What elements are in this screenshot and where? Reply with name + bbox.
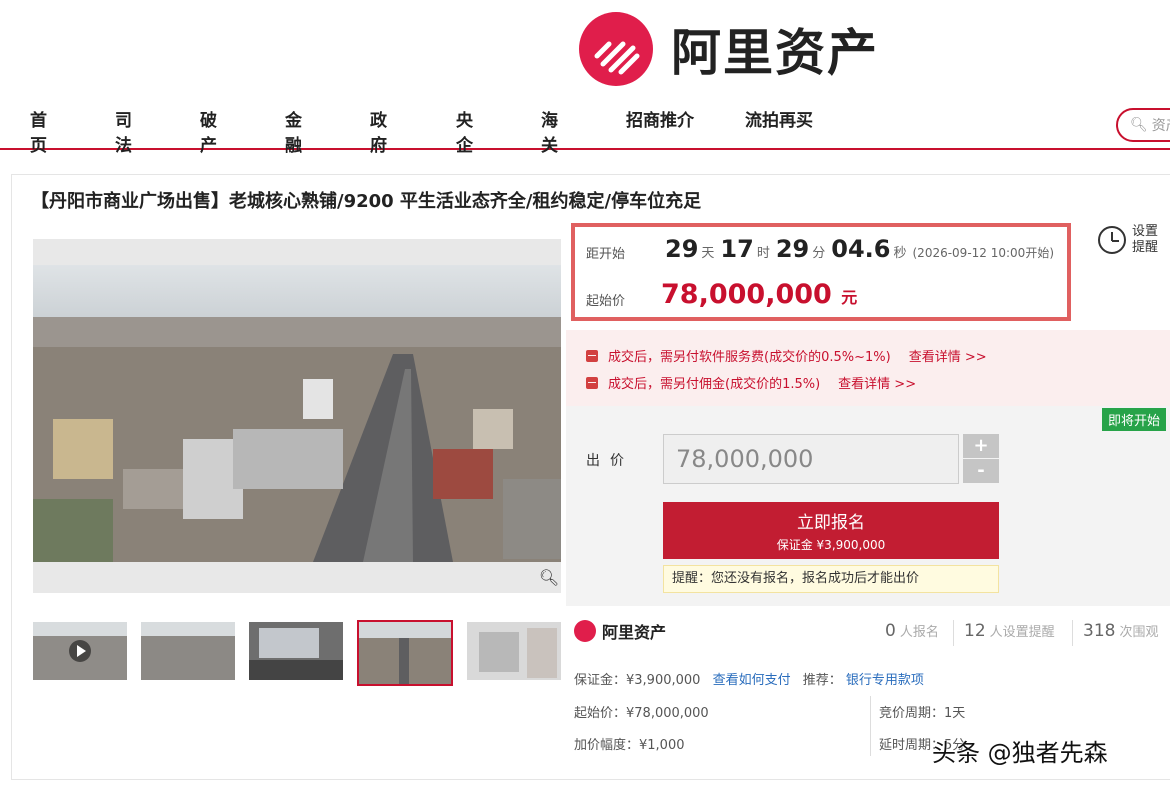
fee-row-commission: 成交后，需另付佣金(成交价的1.5%) 查看详情 >>: [586, 373, 916, 392]
decrease-bid-button[interactable]: -: [963, 459, 999, 483]
days-unit: 天: [701, 246, 715, 261]
reminder-label: 设置提醒: [1132, 224, 1159, 255]
seconds-unit: 秒: [893, 246, 907, 261]
increase-bid-button[interactable]: +: [963, 434, 999, 458]
deposit-label: 保证金 ¥3,900,000: [776, 538, 886, 552]
deposit-info: 保证金：¥3,900,000: [574, 673, 701, 688]
watermark: 头条 @独者先森: [932, 739, 1108, 767]
bid-label: 出价: [586, 453, 634, 469]
thumbnail-5[interactable]: [467, 622, 561, 680]
start-price-value: 78,000,000: [661, 279, 832, 310]
alarm-clock-icon: [1098, 226, 1126, 254]
brand-name: 阿里资产: [671, 24, 879, 82]
reminder-count: 12 人设置提醒: [964, 621, 1055, 641]
page-title: 【丹阳市商业广场出售】老城核心熟铺/9200 平生活业态齐全/租约稳定/停车位充…: [31, 191, 702, 212]
fee-row-service: 成交后，需另付软件服务费(成交价的0.5%~1%) 查看详情 >>: [586, 346, 987, 365]
how-to-pay-link[interactable]: 查看如何支付: [713, 673, 791, 688]
city-aerial-image: [33, 265, 561, 593]
set-reminder-button[interactable]: 设置提醒: [1098, 224, 1162, 256]
countdown-days: 29: [665, 235, 699, 263]
ali-asset-logo-icon: [574, 620, 596, 642]
divider: [870, 696, 871, 756]
recommend-label: 推荐：: [802, 673, 842, 688]
gift-icon: [586, 349, 598, 362]
search-input[interactable]: 🔍︎ 资产: [1116, 108, 1170, 142]
start-price-info: 起始价：¥78,000,000: [574, 706, 709, 721]
thumbnail-4-active[interactable]: [357, 620, 453, 686]
signup-tip: 提醒：您还没有报名，报名成功后才能出价: [663, 565, 999, 593]
countdown-label: 距开始: [586, 247, 626, 262]
view-count: 318 次围观: [1083, 621, 1158, 641]
nav-soe[interactable]: 央企: [456, 106, 473, 156]
deposit-row: 保证金：¥3,900,000 查看如何支付 推荐： 银行专用款项: [574, 669, 924, 688]
countdown-timer: 29 天 17 时 29 分 04.6 秒 (2026-09-12 10:00开始): [665, 235, 1054, 263]
nav-government[interactable]: 政府: [370, 106, 387, 156]
start-price: 78,000,000 元: [661, 279, 857, 310]
seller-brand-name: 阿里资产: [602, 623, 667, 642]
nav-home[interactable]: 首页: [30, 106, 47, 156]
brand-logo[interactable]: 阿里资产: [579, 12, 879, 86]
bid-price-input[interactable]: 78,000,000: [663, 434, 959, 484]
status-badge: 即将开始: [1102, 408, 1167, 431]
search-icon: 🔍︎: [1130, 117, 1148, 133]
fee-detail-link[interactable]: 查看详情 >>: [838, 373, 916, 392]
hours-unit: 时: [756, 246, 770, 261]
reminder-count-label: 人设置提醒: [989, 625, 1055, 640]
countdown-seconds: 04.6: [831, 235, 891, 263]
thumbnail-video[interactable]: [33, 622, 127, 680]
ali-asset-logo-icon: [579, 12, 653, 86]
signup-number: 0: [885, 621, 896, 641]
divider: [1072, 620, 1073, 646]
nav-investment[interactable]: 招商推介: [626, 106, 694, 131]
gift-icon: [586, 376, 598, 389]
fee-text: 成交后，需另付软件服务费(成交价的0.5%~1%): [608, 350, 891, 365]
signup-count: 0 人报名: [885, 621, 939, 641]
play-icon: [69, 640, 91, 662]
search-placeholder: 资产: [1151, 118, 1170, 134]
apply-now-button[interactable]: 立即报名 保证金 ¥3,900,000: [663, 502, 999, 559]
seller-brand: 阿里资产: [574, 619, 666, 643]
nav-finance[interactable]: 金融: [285, 106, 302, 156]
zoom-icon[interactable]: 🔍︎: [536, 568, 562, 592]
countdown-hours: 17: [720, 235, 754, 263]
nav-judicial[interactable]: 司法: [115, 106, 132, 156]
reminder-number: 12: [964, 621, 986, 641]
start-price-label: 起始价: [586, 294, 626, 309]
increment-info: 加价幅度：¥1,000: [574, 738, 685, 753]
site-header: 阿里资产 首页 司法 破产 金融 政府 央企 海关 招商推介 流拍再买 🔍︎ 资…: [0, 0, 1170, 156]
fee-detail-link[interactable]: 查看详情 >>: [909, 346, 987, 365]
thumbnail-3[interactable]: [249, 622, 343, 680]
view-label: 次围观: [1119, 625, 1159, 640]
bank-account-link[interactable]: 银行专用款项: [846, 673, 924, 688]
main-photo[interactable]: [33, 239, 561, 593]
divider: [953, 620, 954, 646]
view-number: 318: [1083, 621, 1116, 641]
start-price-unit: 元: [841, 288, 858, 307]
signup-label: 人报名: [899, 625, 939, 640]
minutes-unit: 分: [812, 246, 826, 261]
nav-bankruptcy[interactable]: 破产: [200, 106, 217, 156]
bid-cycle-info: 竞价周期：1天: [879, 706, 966, 721]
fee-text: 成交后，需另付佣金(成交价的1.5%): [608, 377, 821, 392]
nav-rebuy[interactable]: 流拍再买: [745, 106, 813, 131]
countdown-minutes: 29: [775, 235, 810, 263]
start-time: (2026-09-12 10:00开始): [912, 246, 1055, 260]
thumbnail-2[interactable]: [141, 622, 235, 680]
thumbnail-strip: [33, 620, 575, 686]
fee-notice: 成交后，需另付软件服务费(成交价的0.5%~1%) 查看详情 >> 成交后，需另…: [566, 330, 1170, 406]
apply-label: 立即报名: [797, 513, 865, 533]
countdown-panel: 距开始 29 天 17 时 29 分 04.6 秒 (2026-09-12 10:00开始) 起…: [571, 223, 1071, 321]
nav-customs[interactable]: 海关: [541, 106, 558, 156]
